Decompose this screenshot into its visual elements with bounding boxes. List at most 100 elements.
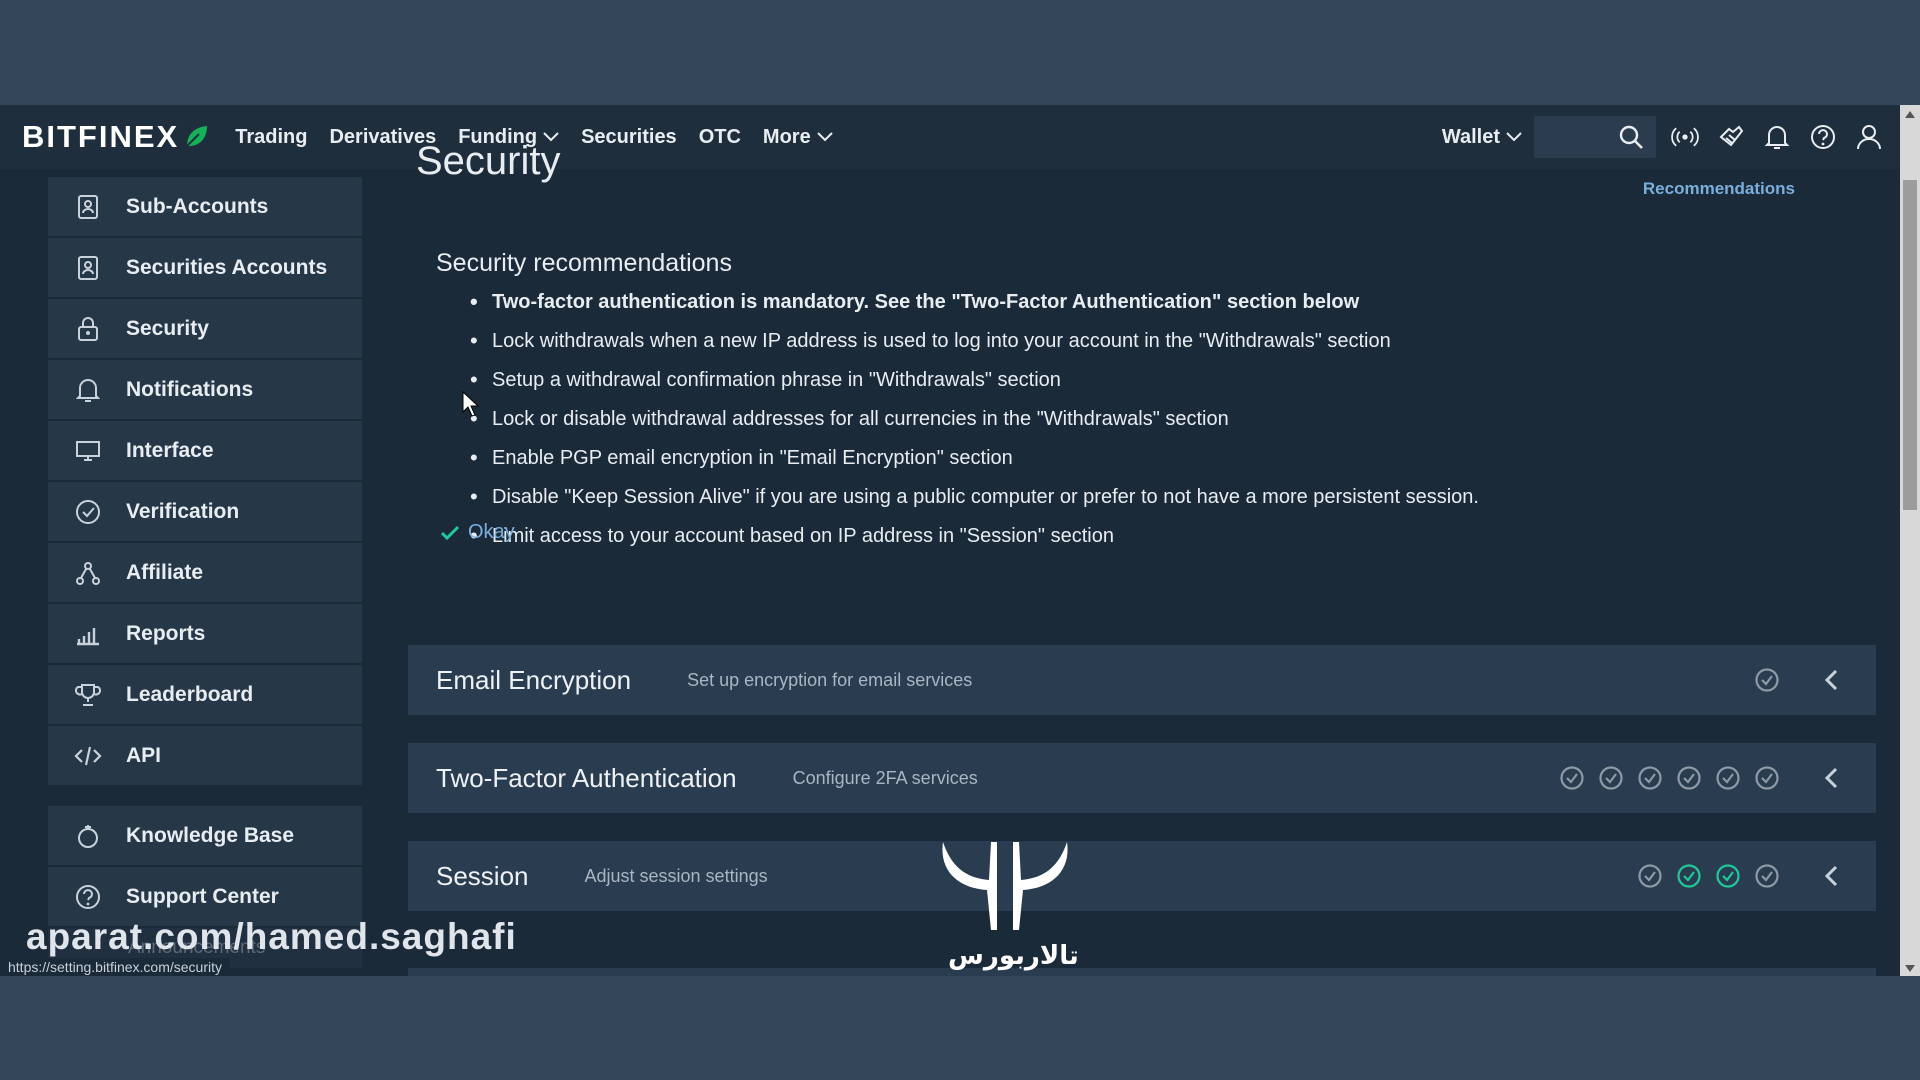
sidebar-item-label: Leaderboard [126, 682, 254, 706]
check-circle-icon [1716, 766, 1740, 790]
panel-status-icons [1624, 863, 1856, 889]
sidebar-item-label: Securities Accounts [126, 255, 328, 279]
top-navbar: BITFINEX Trading Derivatives Funding Securi… [0, 105, 1900, 169]
panel-subtitle: Set up encryption for email services [687, 669, 973, 690]
recommendation-item: Lock withdrawals when a new IP address i… [470, 326, 1832, 365]
check-circle-active-icon [1716, 864, 1740, 888]
watermark-text: aparat.com/hamed.saghafi [26, 916, 517, 957]
recommendation-item: Lock or disable withdrawal addresses for… [470, 404, 1832, 443]
wallet-menu[interactable]: Wallet [1442, 126, 1522, 149]
panel-subtitle: Adjust session settings [584, 865, 768, 886]
nav-item-label: More [762, 125, 811, 148]
panel-status-icons [1741, 667, 1856, 693]
broadcast-icon[interactable] [1670, 122, 1700, 152]
check-circle-icon [74, 498, 102, 526]
sidebar-item-label: Sub-Accounts [126, 194, 269, 218]
sidebar-item-affiliate[interactable]: Affiliate [48, 543, 362, 602]
page-title: Security [416, 139, 561, 183]
sidebar-item-interface[interactable]: Interface [48, 421, 362, 480]
panel-title: Two-Factor Authentication [436, 762, 737, 793]
user-icon[interactable] [1854, 122, 1884, 152]
sidebar-item-securities-accounts[interactable]: Securities Accounts [48, 238, 362, 297]
sidebar-item-label: API [126, 743, 162, 767]
recommendation-item: Limit access to your account based on IP… [470, 521, 1832, 560]
nav-item-label: Securities [581, 125, 677, 148]
check-circle-icon [1755, 668, 1779, 692]
scroll-up-arrow-icon[interactable] [1905, 111, 1915, 118]
recommendation-item: Two-factor authentication is mandatory. … [470, 287, 1832, 326]
recommendation-item: Setup a withdrawal confirmation phrase i… [470, 365, 1832, 404]
chevron-left-icon[interactable] [1824, 669, 1838, 691]
scroll-down-arrow-icon[interactable] [1905, 965, 1915, 972]
leaf-icon [186, 126, 208, 147]
sidebar-item-notifications[interactable]: Notifications [48, 360, 362, 419]
panel-email-encryption[interactable]: Email Encryption Set up encryption for em… [408, 645, 1876, 715]
securities-accounts-icon [74, 254, 102, 282]
recommendations-heading: Security recommendations [436, 249, 732, 277]
sidebar-item-sub-accounts[interactable]: Sub-Accounts [48, 177, 362, 236]
sidebar-item-label: Support Center [126, 884, 279, 908]
wallet-label: Wallet [1441, 125, 1500, 148]
handshake-icon[interactable] [1716, 122, 1746, 152]
chevron-down-icon [816, 132, 833, 142]
sidebar-item-label: Interface [126, 438, 214, 462]
panel-two-factor-authentication[interactable]: Two-Factor Authentication Configure 2FA s… [408, 743, 1876, 813]
check-circle-icon [1638, 864, 1662, 888]
nav-trading[interactable]: Trading [235, 126, 307, 149]
check-circle-icon [1677, 766, 1701, 790]
help-icon [74, 883, 102, 911]
watermark-caption: تالاربورس [948, 940, 1079, 970]
recommendation-item: Disable "Keep Session Alive" if you are … [470, 482, 1832, 521]
video-letterbox-bottom [0, 976, 1920, 1080]
okay-button[interactable]: Okay [440, 521, 515, 544]
help-icon[interactable] [1808, 122, 1838, 152]
mouse-cursor-icon [462, 391, 480, 417]
brand-logo[interactable]: BITFINEX [22, 119, 209, 155]
search-box[interactable] [1534, 116, 1656, 158]
panel-title: Email Encryption [436, 664, 632, 695]
recommendations-list: Two-factor authentication is mandatory. … [470, 287, 1832, 560]
sidebar-item-label: Affiliate [126, 560, 204, 584]
check-circle-icon [1755, 766, 1779, 790]
navbar-right: Wallet [1442, 116, 1900, 158]
monitor-icon [74, 437, 102, 465]
sidebar-item-knowledge-base[interactable]: Knowledge Base [48, 806, 362, 865]
nav-item-label: OTC [698, 125, 741, 148]
video-letterbox-top [0, 0, 1920, 105]
panel-session[interactable]: Session Adjust session settings [408, 841, 1876, 911]
nav-item-label: Trading [235, 125, 308, 148]
nav-more[interactable]: More [763, 126, 833, 149]
chevron-left-icon[interactable] [1824, 767, 1838, 789]
nav-securities[interactable]: Securities [581, 126, 677, 149]
check-circle-icon [1638, 766, 1662, 790]
sidebar-item-label: Knowledge Base [126, 823, 295, 847]
panel-subtitle: Configure 2FA services [792, 767, 978, 788]
knowledge-icon [74, 822, 102, 850]
page-scrollbar[interactable] [1900, 105, 1920, 976]
sidebar-item-label: Notifications [126, 377, 254, 401]
scroll-thumb[interactable] [1903, 180, 1917, 510]
check-circle-active-icon [1677, 864, 1701, 888]
settings-sidebar: Sub-Accounts Securities Accounts Security N… [48, 177, 362, 968]
code-icon [74, 742, 102, 770]
search-icon[interactable] [1618, 124, 1644, 150]
sub-accounts-icon [74, 193, 102, 221]
check-circle-icon [1755, 864, 1779, 888]
sidebar-item-security[interactable]: Security [48, 299, 362, 358]
chevron-left-icon[interactable] [1824, 865, 1838, 887]
bell-icon[interactable] [1762, 122, 1792, 152]
sidebar-item-label: Verification [126, 499, 240, 523]
sidebar-item-verification[interactable]: Verification [48, 482, 362, 541]
recommendations-link[interactable]: Recommendations [1643, 179, 1795, 199]
sidebar-item-reports[interactable]: Reports [48, 604, 362, 663]
checkmark-icon [440, 525, 460, 540]
check-circle-icon [1560, 766, 1584, 790]
next-panel-peek [408, 968, 1876, 976]
sidebar-item-leaderboard[interactable]: Leaderboard [48, 665, 362, 724]
lock-icon [74, 315, 102, 343]
nav-otc[interactable]: OTC [699, 126, 741, 149]
panel-status-icons [1546, 765, 1856, 791]
sidebar-item-api[interactable]: API [48, 726, 362, 785]
chevron-down-icon [1506, 132, 1522, 142]
status-bar-url: https://setting.bitfinex.com/security [0, 958, 230, 976]
